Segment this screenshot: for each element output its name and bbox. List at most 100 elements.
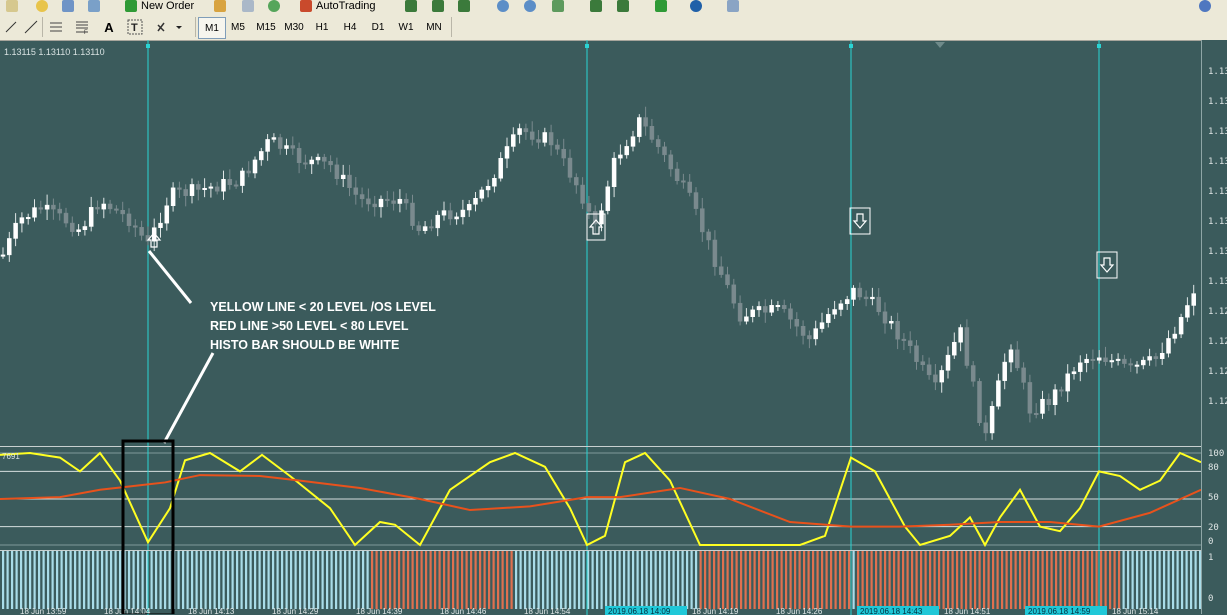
candle (1008, 344, 1014, 373)
histogram-bar (902, 551, 905, 609)
candle (889, 315, 894, 330)
osc-scale-20: 20 (1208, 523, 1219, 533)
histogram-bar (1064, 551, 1067, 609)
star-icon[interactable] (36, 0, 48, 12)
tile-icon[interactable] (552, 0, 564, 12)
osc-scale-80: 80 (1208, 463, 1219, 473)
timeframe-h1[interactable]: H1 (309, 17, 335, 37)
candle (681, 173, 686, 189)
candle (851, 285, 856, 307)
candle (246, 161, 251, 178)
candle (70, 216, 75, 237)
histogram-bar (164, 551, 167, 609)
auto-trading-button[interactable]: AutoTrading (300, 0, 376, 12)
zoom-icon[interactable] (88, 0, 100, 12)
histogram-bar (87, 551, 90, 609)
arrows-dropdown[interactable] (152, 17, 186, 37)
zoom-out-icon[interactable] (524, 0, 536, 12)
timeframe-h4[interactable]: H4 (337, 17, 363, 37)
histogram-bar (519, 551, 522, 609)
candle (643, 106, 648, 136)
histogram-bar (960, 551, 963, 609)
zoom-in-icon[interactable] (497, 0, 509, 12)
histogram-bar (141, 551, 144, 609)
new-chart-icon[interactable] (6, 0, 18, 12)
fibonacci-icon[interactable]: F (72, 17, 92, 37)
new-order-button[interactable]: New Order (125, 0, 194, 12)
histogram-bar (186, 551, 189, 609)
timeframe-w1[interactable]: W1 (393, 17, 419, 37)
candle (158, 212, 163, 238)
candle (933, 363, 938, 391)
timeframe-m30[interactable]: M30 (281, 17, 307, 37)
histogram-bar (978, 551, 981, 609)
candle (1185, 297, 1190, 322)
annotation-line-1: YELLOW LINE < 20 LEVEL /OS LEVEL (210, 300, 436, 314)
candles-icon[interactable] (432, 0, 444, 12)
candle (498, 152, 503, 182)
price-scale[interactable]: 1.13 1.13 1.13 1.13 1.13 1.13 1.13 1.13 1.12 1.12… (1201, 40, 1227, 614)
histogram-bar (636, 551, 639, 609)
candle (126, 208, 132, 233)
candle (700, 197, 705, 242)
candle (334, 157, 340, 186)
indicators-icon[interactable] (655, 0, 667, 12)
histogram-bar (789, 551, 792, 609)
chart-shift-icon[interactable] (617, 0, 629, 12)
histogram-bar (965, 551, 968, 609)
oscillator-window[interactable] (0, 446, 1201, 551)
histogram-bar (825, 551, 828, 609)
fibo-channels-icon[interactable] (46, 17, 66, 37)
candle (945, 346, 951, 379)
histogram-bar (168, 551, 171, 609)
bar-chart-icon[interactable] (405, 0, 417, 12)
candle (233, 180, 239, 189)
histogram-bar (335, 551, 338, 609)
market-watch-icon[interactable] (214, 0, 226, 12)
text-icon[interactable]: A (100, 17, 118, 37)
window-icon[interactable] (62, 0, 74, 12)
line-tool-icon[interactable] (2, 17, 20, 37)
templates-icon[interactable] (727, 0, 739, 12)
histogram-bar (866, 551, 869, 609)
price-scale-label: 1.13 (1208, 97, 1227, 107)
candle (303, 154, 308, 170)
help-icon[interactable] (1199, 0, 1211, 12)
histogram-bar (101, 551, 104, 609)
arrow-down-icon[interactable] (1096, 251, 1118, 279)
vertical-marker-handle[interactable] (146, 44, 150, 48)
histogram-window[interactable]: 18 Jun 13:59 18 Jun 14:04 18 Jun 14:13 18 J… (0, 550, 1201, 615)
arrow-down-icon[interactable] (849, 207, 871, 235)
price-chart[interactable] (0, 40, 1201, 446)
candle (649, 118, 655, 143)
histogram-bar (722, 551, 725, 609)
timeframe-m1[interactable]: M1 (198, 17, 226, 39)
vertical-marker-handle[interactable] (585, 44, 589, 48)
vertical-marker-handle[interactable] (1097, 44, 1101, 48)
timeframe-mn[interactable]: MN (421, 17, 447, 37)
histogram-bar (218, 551, 221, 609)
periods-icon[interactable] (690, 0, 702, 12)
histogram-bar (749, 551, 752, 609)
timeframe-m15[interactable]: M15 (253, 17, 279, 37)
candle (95, 200, 100, 215)
line-chart-icon[interactable] (458, 0, 470, 12)
vertical-marker-handle[interactable] (849, 44, 853, 48)
text-label-icon[interactable]: T (124, 17, 146, 37)
timeframe-d1[interactable]: D1 (365, 17, 391, 37)
autoscroll-icon[interactable] (590, 0, 602, 12)
candle (725, 266, 730, 289)
navigator-icon[interactable] (268, 0, 280, 12)
histogram-bar (677, 551, 680, 609)
candle (189, 178, 195, 204)
timeframe-m5[interactable]: M5 (225, 17, 251, 37)
trendline-icon[interactable] (22, 17, 40, 37)
candle (939, 365, 944, 393)
candle (1141, 356, 1146, 370)
histogram-bar (848, 551, 851, 609)
histogram-bar (182, 551, 185, 609)
data-window-icon[interactable] (242, 0, 254, 12)
candle (574, 173, 579, 194)
shift-marker[interactable] (935, 42, 945, 48)
histogram-bar (533, 551, 536, 609)
